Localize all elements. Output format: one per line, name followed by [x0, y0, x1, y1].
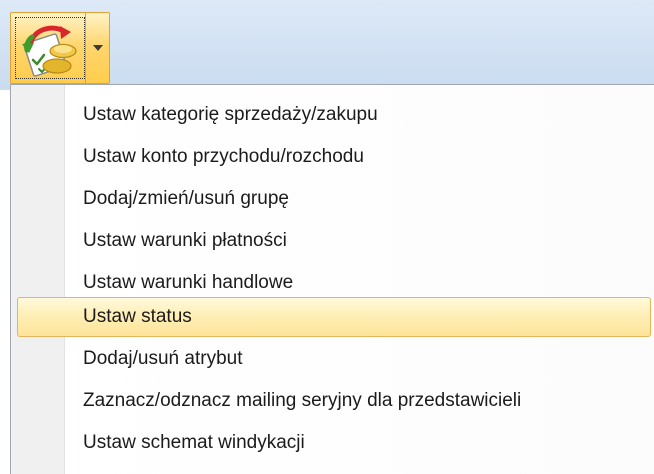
menu-item-label: Ustaw warunki handlowe	[83, 272, 294, 293]
menu-item-manage-attribute[interactable]: Dodaj/usuń atrybut	[17, 339, 651, 379]
menu-item-label: Ustaw warunki płatności	[83, 230, 287, 251]
menu-item-set-sales-category[interactable]: Ustaw kategorię sprzedaży/zakupu	[17, 95, 651, 135]
menu-item-manage-group[interactable]: Dodaj/zmień/usuń grupę	[17, 179, 651, 219]
change-status-icon	[22, 25, 77, 77]
menu-item-label: Zaznacz/odznacz mailing seryjny dla prze…	[83, 390, 522, 411]
menu-item-label: Ustaw status	[83, 306, 192, 327]
dropdown-toggle[interactable]	[86, 13, 109, 83]
menu-item-label: Ustaw kategorię sprzedaży/zakupu	[83, 104, 378, 125]
change-status-split-button[interactable]	[10, 12, 110, 84]
menu-item-label: Dodaj/zmień/usuń grupę	[83, 188, 289, 209]
menu-item-label: Ustaw konto przychodu/rozchodu	[83, 146, 364, 167]
dropdown-arrow-icon	[93, 45, 103, 51]
menu-item-set-debt-collection-scheme[interactable]: Ustaw schemat windykacji	[17, 423, 651, 463]
menu-item-label: Ustaw schemat windykacji	[83, 432, 305, 453]
menu-item-set-revenue-account[interactable]: Ustaw konto przychodu/rozchodu	[17, 137, 651, 177]
menu-item-set-payment-terms[interactable]: Ustaw warunki płatności	[17, 221, 651, 261]
menu-item-toggle-serial-mailing[interactable]: Zaznacz/odznacz mailing seryjny dla prze…	[17, 381, 651, 421]
dropdown-menu: Ustaw kategorię sprzedaży/zakupu Ustaw k…	[10, 84, 654, 474]
change-status-button[interactable]	[15, 17, 85, 79]
toolbar	[0, 0, 654, 90]
menu-item-set-status[interactable]: Ustaw status	[17, 297, 651, 337]
menu-item-label: Dodaj/usuń atrybut	[83, 348, 243, 369]
